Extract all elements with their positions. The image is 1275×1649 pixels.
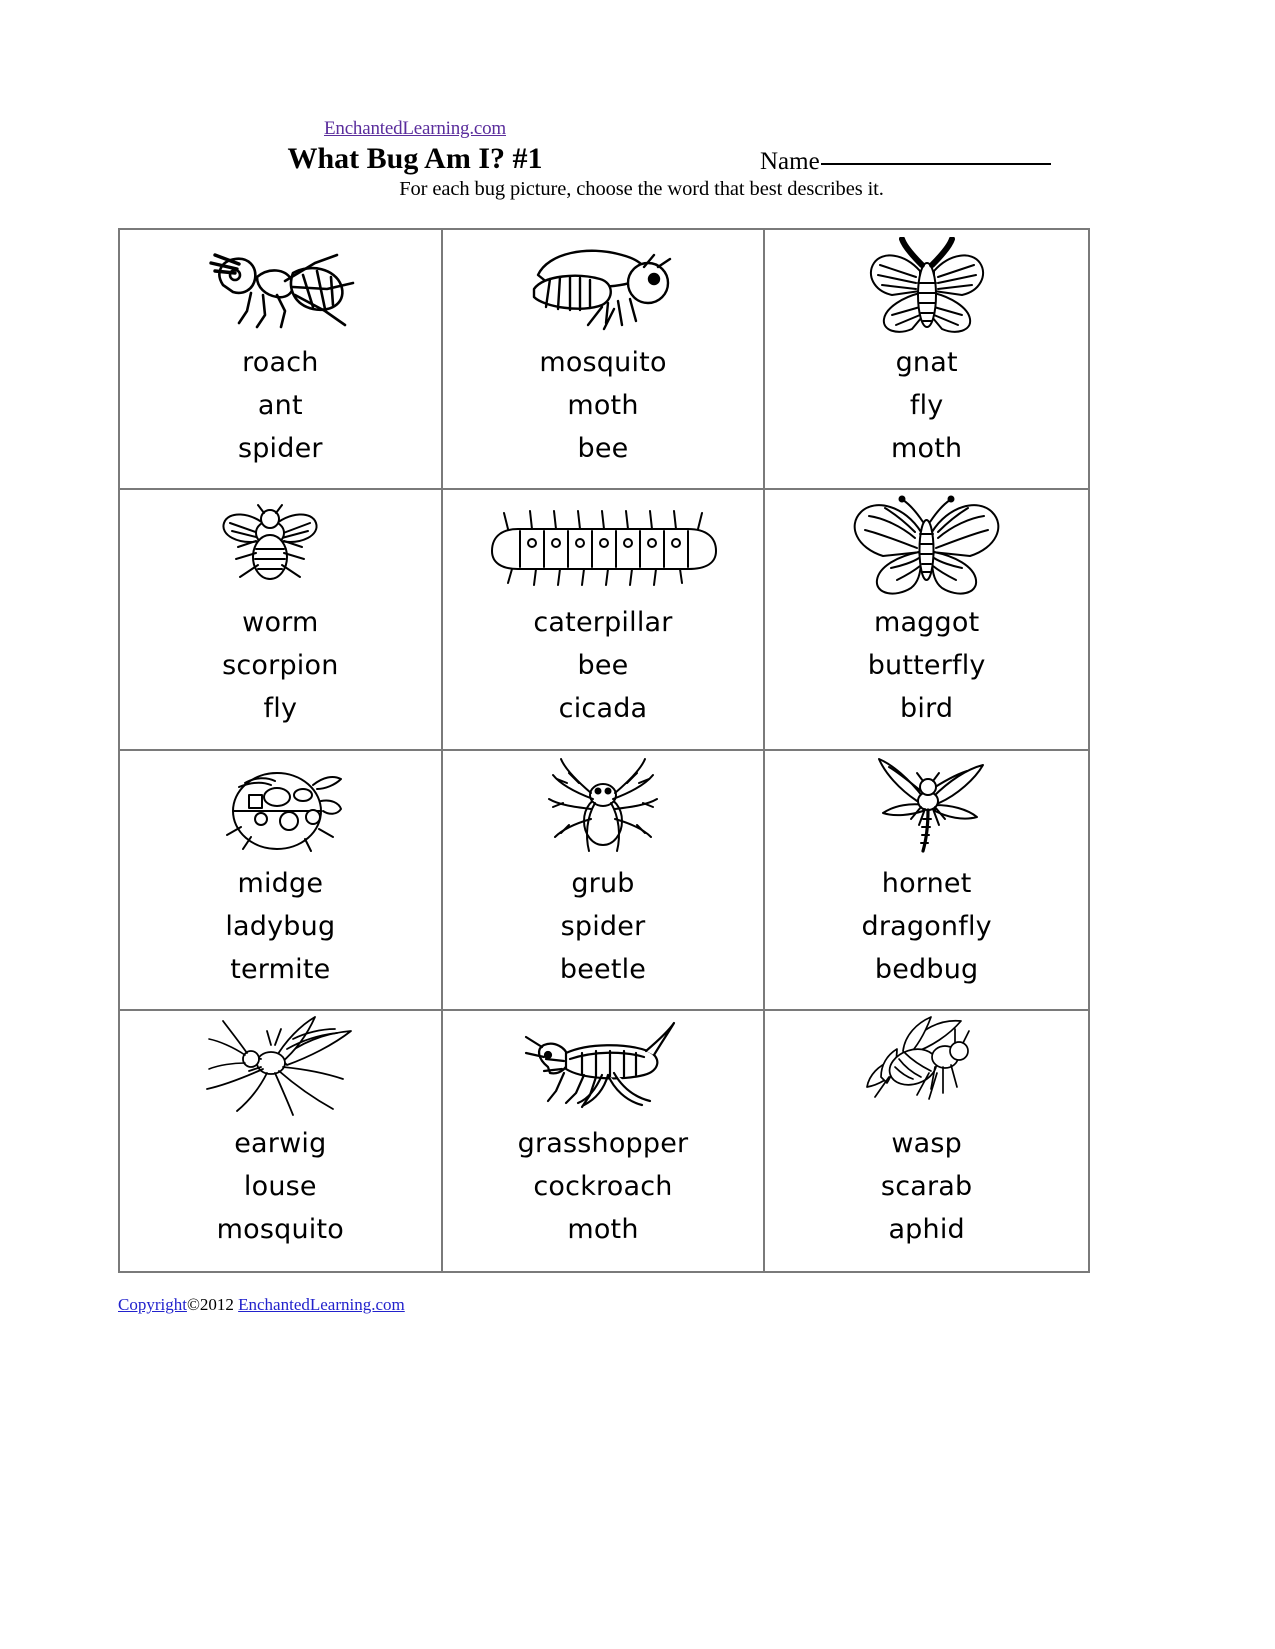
choice-option[interactable]: scarab [881,1165,972,1208]
moth-illustration [765,234,1088,339]
mosquito-illustration [120,1015,441,1120]
choice-list: grasshopper cockroach moth [443,1120,764,1271]
choice-option[interactable]: bedbug [875,948,978,991]
caterpillar-illustration [443,494,764,599]
bug-cell: wasp scarab aphid [765,1011,1088,1271]
choice-list: mosquito moth bee [443,339,764,488]
grasshopper-illustration [443,1015,764,1120]
choice-option[interactable]: hornet [882,862,972,905]
enchantedlearning-footer-link[interactable]: EnchantedLearning.com [238,1295,405,1314]
bug-cell: mosquito moth bee [442,230,766,491]
choice-option[interactable]: bird [900,687,953,730]
bug-cell: midge ladybug termite [120,750,443,1011]
choice-list: gnat fly moth [765,339,1088,488]
choice-list: hornet dragonfly bedbug [765,860,1088,1009]
choice-option[interactable]: fly [910,384,944,427]
choice-option[interactable]: grub [571,862,634,905]
choice-option[interactable]: moth [567,1208,638,1251]
choice-option[interactable]: spider [238,427,323,470]
choice-option[interactable]: ladybug [225,905,335,948]
choice-option[interactable]: bee [578,644,629,687]
choice-option[interactable]: moth [891,427,962,470]
choice-option[interactable]: butterfly [868,644,986,687]
choice-option[interactable]: wasp [891,1122,962,1165]
worksheet-page: EnchantedLearning.com What Bug Am I? #1 … [0,0,1275,1649]
choice-option[interactable]: beetle [560,948,646,991]
bug-cell: grub spider beetle [442,750,766,1011]
bee-illustration [443,234,764,339]
choice-option[interactable]: termite [230,948,330,991]
choice-option[interactable]: grasshopper [518,1122,689,1165]
choice-list: midge ladybug termite [120,860,441,1009]
choice-list: roach ant spider [120,339,441,488]
copyright-link[interactable]: Copyright [118,1295,187,1314]
choice-option[interactable]: louse [244,1165,317,1208]
ladybug-illustration [120,755,441,860]
bug-choice-grid: roach ant spider mosquito moth bee gnat … [118,228,1090,1273]
choice-option[interactable]: aphid [888,1208,964,1251]
worksheet-header: EnchantedLearning.com What Bug Am I? #1 … [0,118,1275,228]
wasp-illustration [765,1015,1088,1120]
enchantedlearning-top-link[interactable]: EnchantedLearning.com [0,118,830,140]
choice-option[interactable]: midge [237,862,323,905]
choice-option[interactable]: mosquito [217,1208,344,1251]
copyright-year: ©2012 [186,1295,239,1314]
fly-illustration [120,494,441,599]
dragonfly-illustration [765,755,1088,860]
choice-option[interactable]: dragonfly [861,905,991,948]
choice-option[interactable]: moth [567,384,638,427]
choice-list: caterpillar bee cicada [443,599,764,748]
bug-cell: caterpillar bee cicada [442,490,766,751]
bug-cell: roach ant spider [120,230,443,491]
choice-option[interactable]: fly [264,687,298,730]
choice-list: maggot butterfly bird [765,599,1088,748]
spider-illustration [443,755,764,860]
choice-option[interactable]: cicada [559,687,648,730]
choice-option[interactable]: bee [578,427,629,470]
bug-cell: worm scorpion fly [120,490,443,751]
bug-cell: earwig louse mosquito [120,1010,443,1271]
choice-list: worm scorpion fly [120,599,441,748]
instructions-text: For each bug picture, choose the word th… [399,178,884,200]
name-label: Name [760,148,820,175]
bug-cell: maggot butterfly bird [765,490,1088,751]
choice-option[interactable]: mosquito [539,341,666,384]
bug-cell: grasshopper cockroach moth [443,1010,766,1271]
choice-option[interactable]: ant [258,384,303,427]
bug-cell: gnat fly moth [765,230,1088,491]
bug-cell: hornet dragonfly bedbug [765,751,1088,1011]
choice-option[interactable]: spider [561,905,646,948]
footer-copyright: Copyright©2012 EnchantedLearning.com [118,1295,405,1315]
name-field-block: Name [760,148,1051,176]
ant-illustration [120,234,441,339]
choice-list: wasp scarab aphid [765,1120,1088,1271]
choice-option[interactable]: scorpion [222,644,338,687]
choice-option[interactable]: maggot [874,601,979,644]
choice-list: earwig louse mosquito [120,1120,441,1271]
choice-option[interactable]: worm [242,601,318,644]
page-title: What Bug Am I? #1 [287,142,543,175]
choice-option[interactable]: caterpillar [533,601,672,644]
choice-option[interactable]: cockroach [533,1165,672,1208]
butterfly-illustration [765,494,1088,599]
choice-option[interactable]: earwig [234,1122,326,1165]
name-write-line[interactable] [820,162,1051,165]
choice-option[interactable]: gnat [896,341,958,384]
choice-list: grub spider beetle [443,860,764,1009]
choice-option[interactable]: roach [242,341,319,384]
